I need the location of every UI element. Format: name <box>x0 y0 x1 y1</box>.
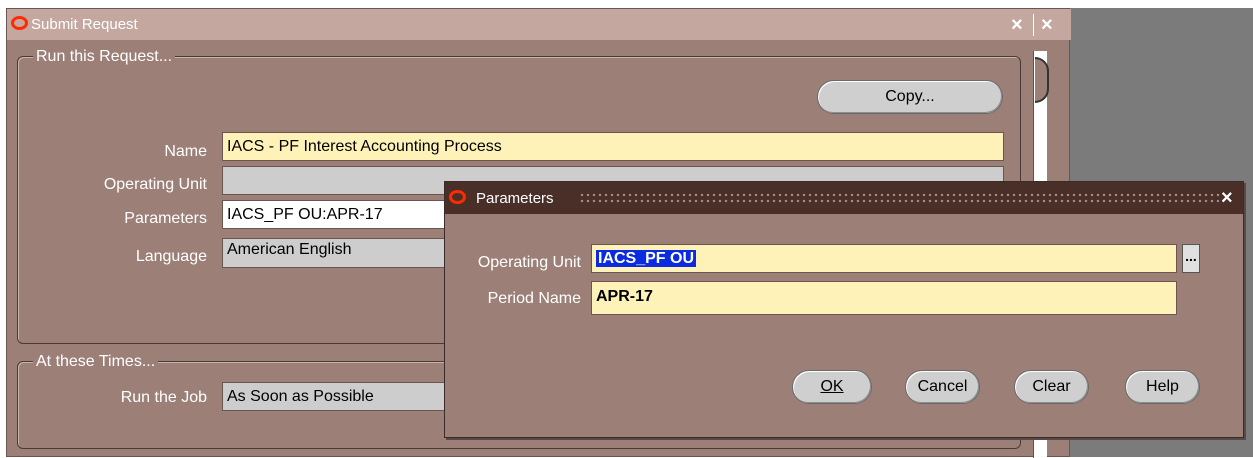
run-request-section-title: Run this Request... <box>33 48 176 66</box>
parameters-dialog: Parameters × Operating Unit IACS_PF OU .… <box>444 181 1244 438</box>
scroll-handle[interactable] <box>1035 57 1049 103</box>
param-operating-unit-field[interactable]: IACS_PF OU <box>591 244 1177 273</box>
times-section-title: At these Times... <box>33 353 159 371</box>
titlebar-divider <box>1033 14 1034 36</box>
language-label: Language <box>135 248 207 265</box>
titlebar-grip <box>579 192 1219 204</box>
param-operating-unit-label: Operating Unit <box>477 254 581 271</box>
name-field[interactable]: IACS - PF Interest Accounting Process <box>222 132 1004 161</box>
oracle-logo-icon <box>11 16 28 30</box>
lov-button[interactable]: ... <box>1182 244 1200 273</box>
run-job-field[interactable]: As Soon as Possible <box>222 382 462 411</box>
name-label: Name <box>164 143 207 160</box>
language-field[interactable]: American English <box>222 238 462 268</box>
run-job-label: Run the Job <box>120 389 207 406</box>
clear-button[interactable]: Clear <box>1014 370 1089 404</box>
cancel-button[interactable]: Cancel <box>905 370 980 404</box>
parameters-titlebar[interactable]: Parameters × <box>445 182 1243 214</box>
ok-mnemonic: OK <box>820 378 844 395</box>
copy-button[interactable]: Copy... <box>817 80 1003 114</box>
close-icon-secondary[interactable]: × <box>1041 15 1053 35</box>
dialog-title: Parameters <box>476 190 554 207</box>
submit-request-titlebar[interactable]: Submit Request × × <box>7 9 1071 40</box>
param-operating-unit-value: IACS_PF OU <box>596 250 697 267</box>
period-name-field[interactable]: APR-17 <box>591 281 1177 315</box>
oracle-logo-icon <box>449 190 466 204</box>
help-button[interactable]: Help <box>1125 370 1200 404</box>
period-name-label: Period Name <box>487 290 581 307</box>
ok-button[interactable]: OK <box>792 370 872 404</box>
parameters-field[interactable]: IACS_PF OU:APR-17 <box>222 200 462 229</box>
close-icon[interactable]: × <box>1011 15 1023 35</box>
close-icon[interactable]: × <box>1221 188 1233 208</box>
parameters-label: Parameters <box>124 210 207 227</box>
window-title: Submit Request <box>31 16 138 33</box>
operating-unit-label: Operating Unit <box>103 176 207 193</box>
